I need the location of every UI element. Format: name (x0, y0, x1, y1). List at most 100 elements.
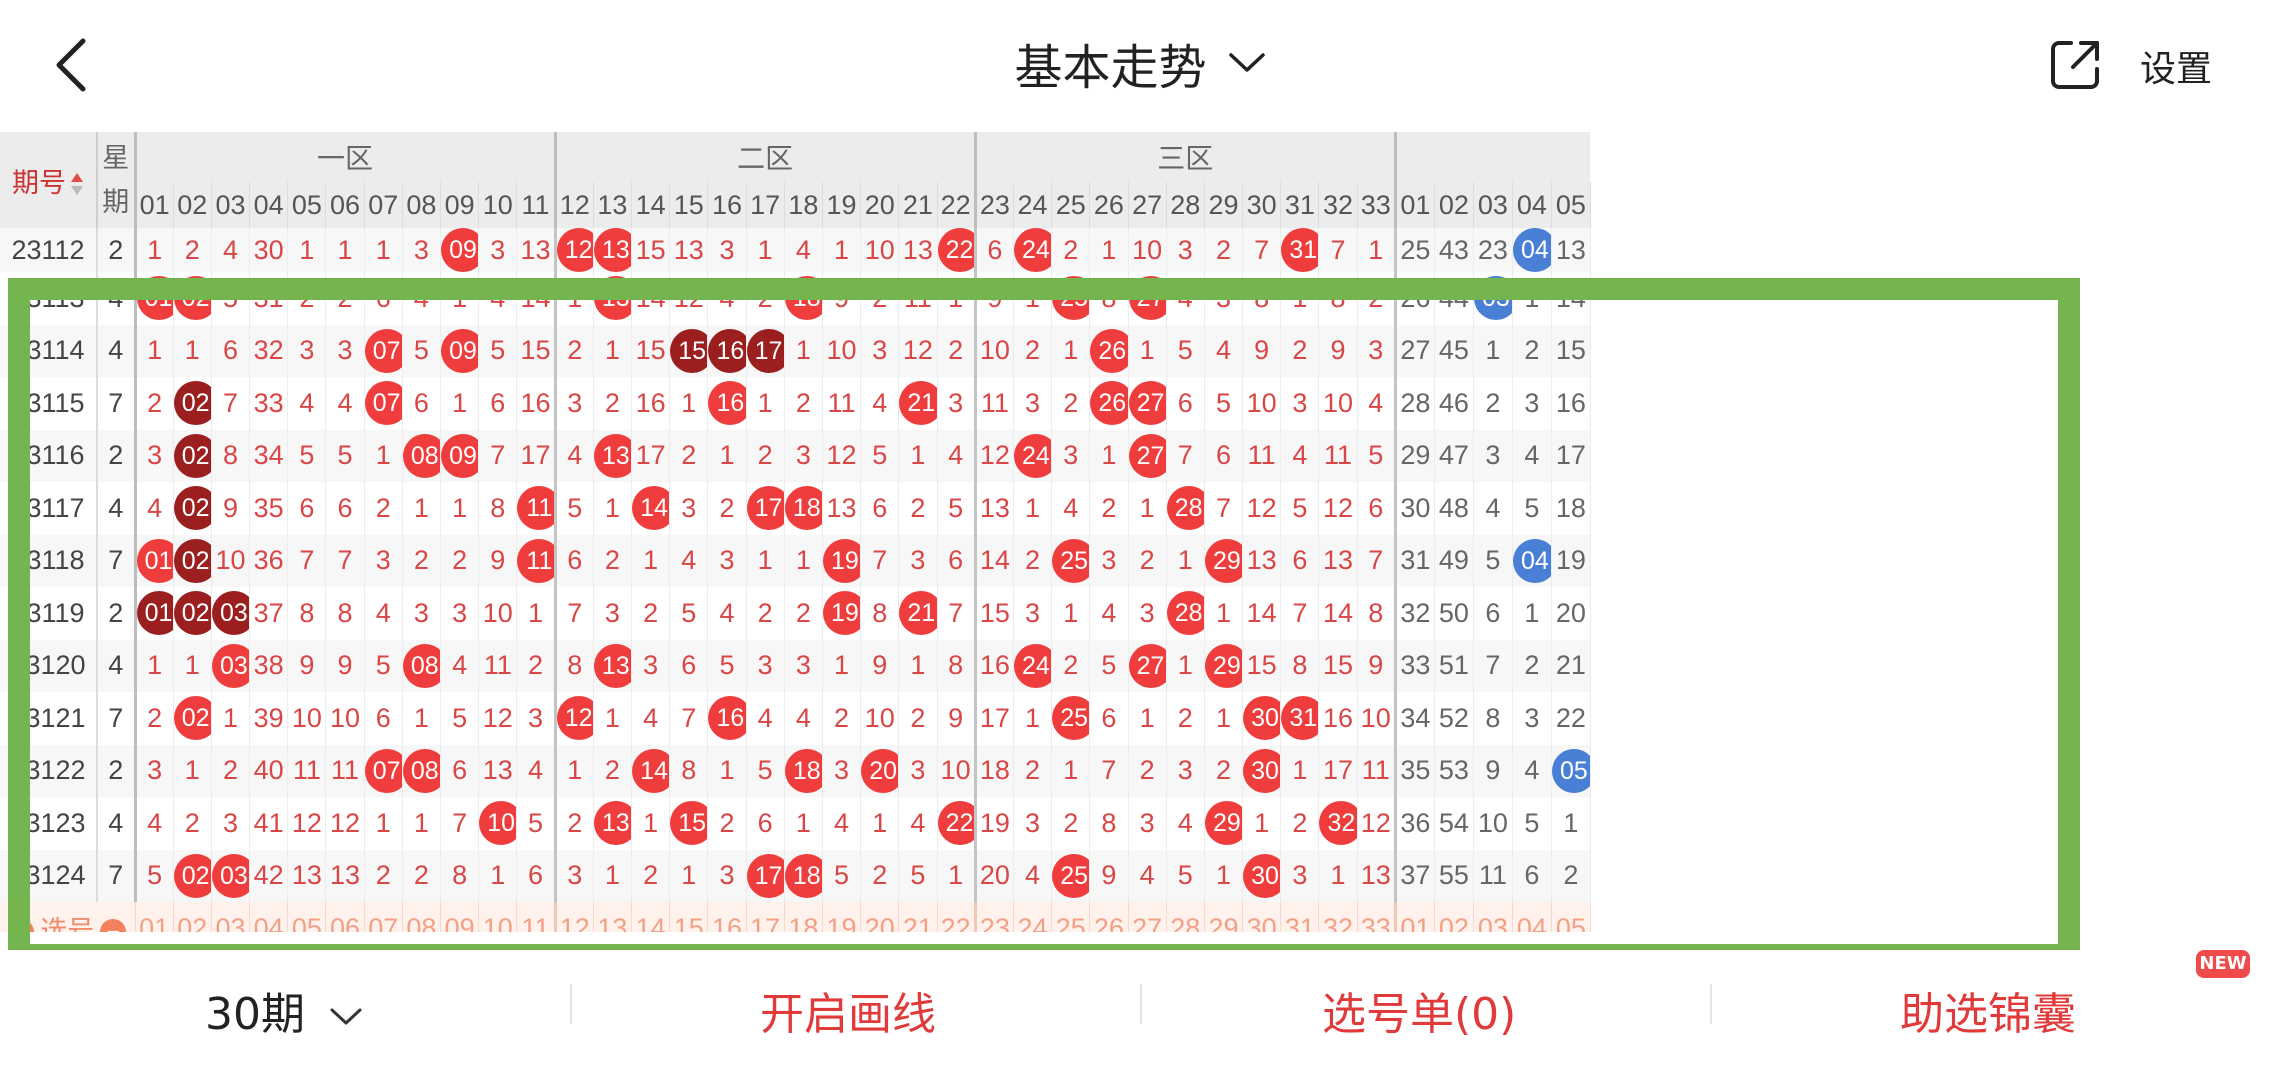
draw-lines-button[interactable]: 开启画线 (760, 978, 936, 1042)
number-header: 02 (173, 182, 212, 228)
number-header: 20 (860, 182, 900, 228)
number-header: 05 (287, 182, 327, 228)
week-column-header: 星期 (97, 132, 137, 228)
number-ball: 31 (1281, 228, 1318, 272)
period-label: 30期 (205, 989, 305, 1040)
number-header: 09 (440, 182, 480, 228)
number-header: 23 (975, 182, 1014, 228)
number-header: 21 (898, 182, 938, 228)
number-header: 17 (746, 182, 785, 228)
share-button[interactable] (2040, 30, 2110, 100)
number-header: 19 (822, 182, 862, 228)
table-row: 23112 2 1 2 4 30 1 1 1 3 09 3 13 12 13 15 13 3 1 4 1 10 13 22 6 2… (0, 228, 1591, 272)
number-cell: 30 (249, 228, 289, 272)
bottom-bar: 30期 开启画线 选号单(0) 助选锦囊 (0, 950, 2280, 1080)
number-cell: 1 (135, 228, 174, 272)
number-header: 06 (325, 182, 365, 228)
number-cell: 13 (593, 228, 633, 272)
number-cell: 13 (669, 228, 709, 272)
number-cell: 25 (1395, 228, 1435, 272)
zone-header-1: 一区 (135, 132, 557, 182)
number-cell: 23 (1473, 228, 1513, 272)
number-header: 11 (516, 182, 557, 228)
number-cell: 12 (555, 228, 594, 272)
sort-icon (71, 173, 83, 196)
number-cell: 13 (516, 228, 557, 272)
number-cell: 10 (860, 228, 900, 272)
number-cell: 3 (1166, 228, 1205, 272)
highlight-frame (8, 278, 2080, 966)
number-cell: 1 (287, 228, 327, 272)
chevron-down-icon (1228, 53, 1265, 72)
number-header: 31 (1280, 182, 1320, 228)
number-header: 30 (1242, 182, 1282, 228)
weekday-cell: 2 (97, 228, 137, 272)
number-cell: 1 (1089, 228, 1129, 272)
number-cell: 04 (1512, 228, 1552, 272)
number-cell: 4 (784, 228, 823, 272)
number-header: 29 (1204, 182, 1244, 228)
number-ball: 04 (1512, 228, 1551, 272)
number-header: 26 (1089, 182, 1129, 228)
zone-header-2: 二区 (555, 132, 977, 182)
number-cell: 2 (173, 228, 212, 272)
tips-button[interactable]: 助选锦囊 (1900, 978, 2076, 1042)
number-header: 03 (211, 182, 251, 228)
divider (1710, 984, 1712, 1024)
number-ball: 22 (937, 228, 973, 272)
number-header: 33 (1357, 182, 1397, 228)
number-cell: 6 (975, 228, 1014, 272)
number-header: 22 (937, 182, 977, 228)
number-header: 04 (249, 182, 289, 228)
number-header: 05 (1551, 182, 1591, 228)
number-cell: 31 (1280, 228, 1320, 272)
settings-button[interactable]: 设置 (2140, 40, 2212, 92)
number-header: 18 (784, 182, 823, 228)
number-header: 16 (707, 182, 747, 228)
number-cell: 13 (898, 228, 938, 272)
number-ball: 24 (1013, 228, 1051, 272)
number-cell: 1 (325, 228, 365, 272)
number-header: 01 (1395, 182, 1435, 228)
number-cell: 09 (440, 228, 480, 272)
number-cell: 1 (1357, 228, 1397, 272)
number-cell: 2 (1204, 228, 1244, 272)
issue-column-header[interactable]: 期号 (0, 132, 98, 228)
number-ball: 13 (593, 228, 631, 272)
number-header: 25 (1051, 182, 1091, 228)
zone-header-3: 三区 (975, 132, 1397, 182)
top-bar: 基本走势 设置 (0, 0, 2280, 130)
number-cell: 22 (937, 228, 977, 272)
number-header: 27 (1128, 182, 1167, 228)
number-header: 08 (402, 182, 442, 228)
number-header: 12 (555, 182, 594, 228)
number-header: 07 (364, 182, 403, 228)
chevron-down-icon (330, 1008, 362, 1025)
number-header: 15 (669, 182, 709, 228)
number-header: 32 (1318, 182, 1358, 228)
number-header: 01 (135, 182, 174, 228)
page-title[interactable]: 基本走势 (1014, 28, 1206, 98)
number-header: 10 (478, 182, 518, 228)
number-header: 04 (1512, 182, 1552, 228)
number-header: 03 (1473, 182, 1513, 228)
number-ball: 12 (556, 228, 593, 272)
issue-cell: 23112 (0, 228, 98, 272)
number-cell: 43 (1434, 228, 1474, 272)
issue-header-label: 期号 (12, 167, 66, 198)
number-ball: 09 (441, 228, 478, 272)
number-header: 02 (1434, 182, 1474, 228)
pick-list-button[interactable]: 选号单(0) (1322, 978, 1516, 1042)
number-cell: 4 (211, 228, 251, 272)
number-cell: 2 (1051, 228, 1091, 272)
number-cell: 15 (631, 228, 671, 272)
divider (570, 984, 572, 1024)
number-cell: 10 (1128, 228, 1167, 272)
period-selector[interactable]: 30期 (205, 978, 363, 1042)
number-header: 13 (593, 182, 633, 228)
number-cell: 3 (402, 228, 442, 272)
number-header: 14 (631, 182, 671, 228)
title-dropdown[interactable]: 基本走势 (0, 28, 2280, 98)
number-cell: 13 (1551, 228, 1591, 272)
new-badge: NEW (2196, 950, 2250, 978)
